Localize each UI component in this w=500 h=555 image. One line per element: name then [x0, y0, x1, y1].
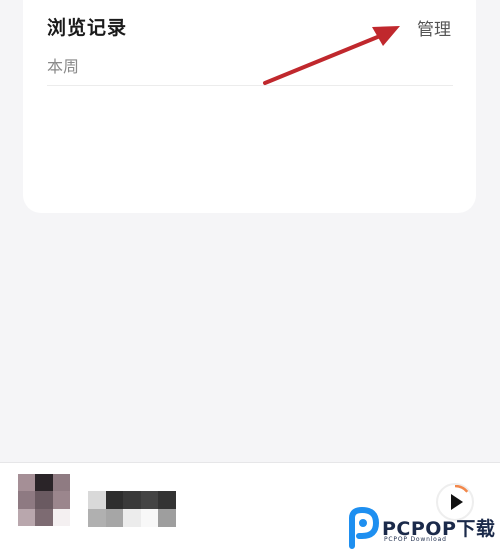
album-cover-thumbnail[interactable]: [18, 474, 70, 526]
manage-button[interactable]: 管理: [417, 15, 451, 40]
song-title-pixelated: [88, 491, 176, 527]
pcpop-logo-icon: [349, 506, 380, 549]
browse-history-title: 浏览记录: [47, 17, 128, 39]
pcpop-watermark: PCPOP下载 PCPOP Download: [346, 506, 500, 552]
period-label: 本周: [47, 57, 80, 76]
divider: [47, 85, 453, 86]
watermark-subtitle: PCPOP Download: [384, 536, 447, 543]
